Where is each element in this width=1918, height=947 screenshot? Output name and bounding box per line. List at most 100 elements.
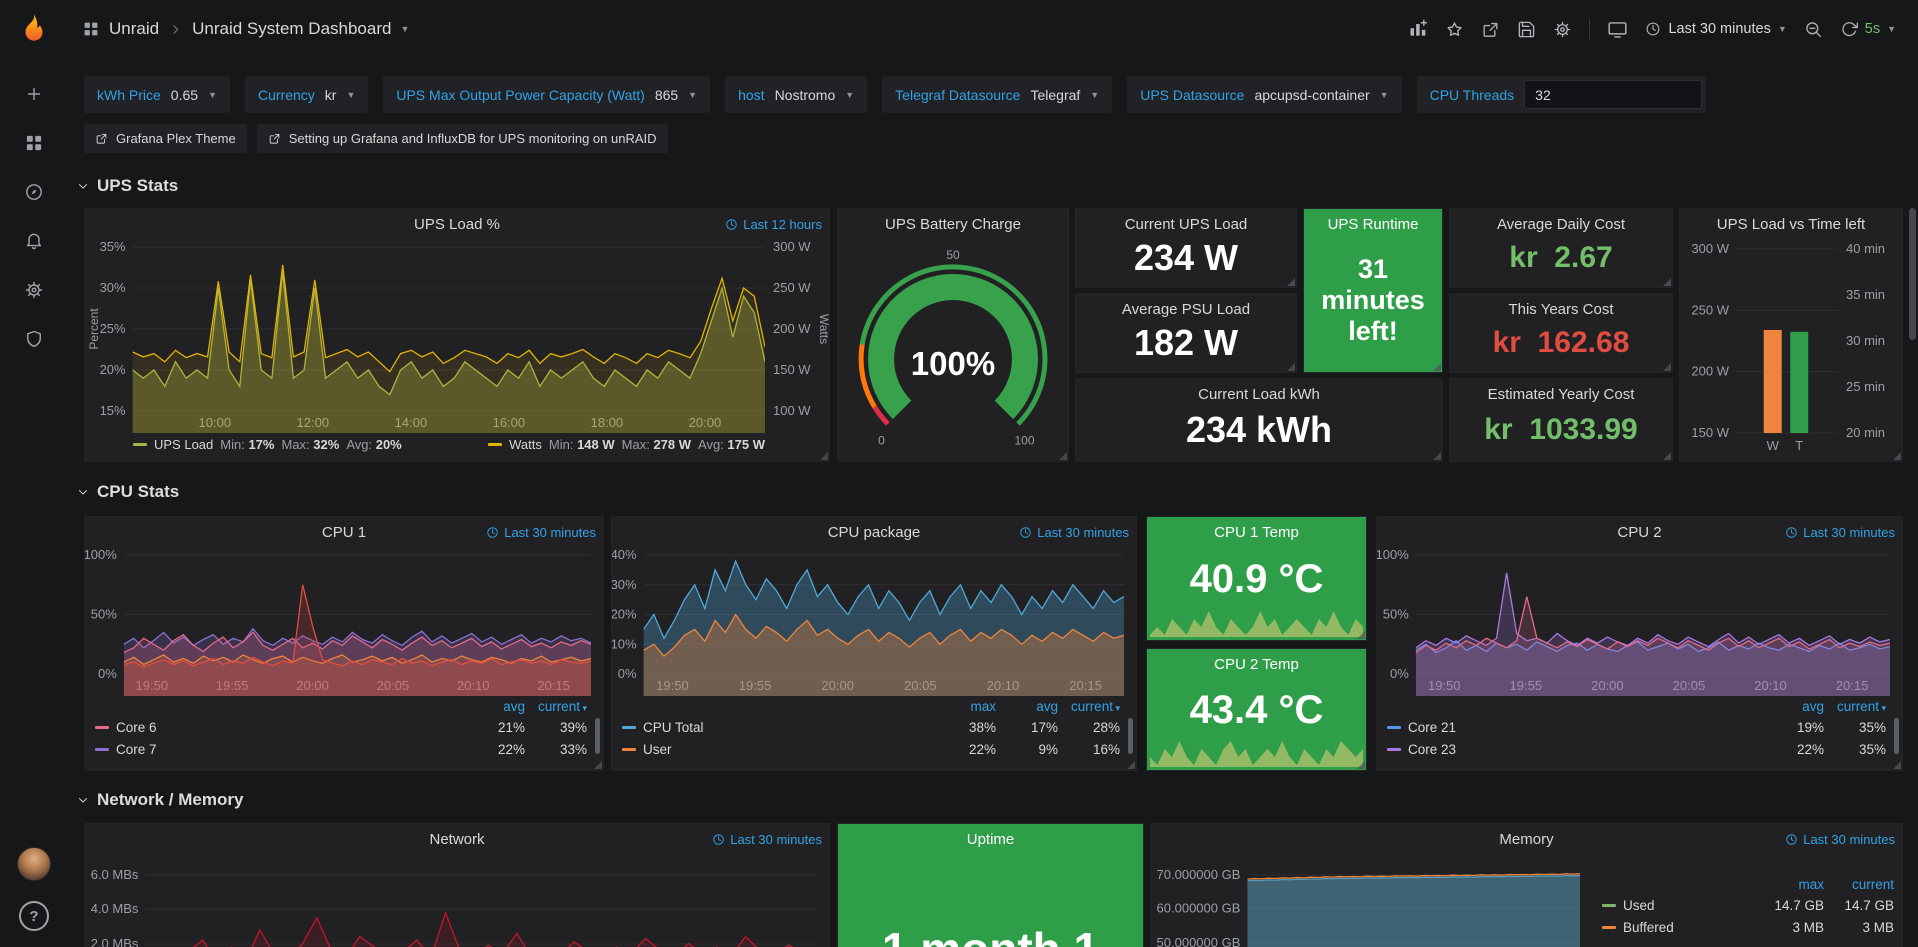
panel-title[interactable]: CPU 2 Temp	[1214, 656, 1299, 673]
panel-title[interactable]: UPS Load %	[414, 216, 500, 233]
legend-col-header[interactable]: current ▾	[1058, 699, 1120, 714]
page-scrollbar[interactable]	[1909, 208, 1916, 340]
breadcrumb-dashboard-title[interactable]: Unraid System Dashboard	[192, 19, 391, 39]
row-header-network-memory[interactable]: Network / Memory	[76, 788, 243, 812]
ups-load-chart[interactable]: 35%30%25%20%15%300 W250 W200 W150 W100 W…	[85, 239, 829, 457]
legend-col-header[interactable]: max	[1754, 877, 1824, 892]
chevron-down-icon[interactable]: ▼	[1090, 90, 1099, 100]
panel-title[interactable]: Current Load kWh	[1198, 386, 1320, 403]
chevron-down-icon[interactable]: ▼	[346, 90, 355, 100]
dashboard-links: Grafana Plex Theme Setting up Grafana an…	[84, 124, 668, 153]
dashboard-settings-gear-icon[interactable]	[1553, 20, 1572, 39]
create-plus-icon[interactable]	[24, 84, 44, 104]
network-chart[interactable]: 6.0 MBs4.0 MBs2.0 MBs	[85, 854, 829, 947]
panel-title[interactable]: CPU package	[828, 524, 921, 541]
panel-title[interactable]: Current UPS Load	[1125, 216, 1248, 233]
row-header-ups-stats[interactable]: UPS Stats	[76, 174, 178, 198]
legend-scrollbar[interactable]	[1128, 718, 1133, 754]
legend-col-header[interactable]: current ▾	[1824, 699, 1886, 714]
variable-label: kWh Price	[97, 87, 161, 103]
chevron-down-icon[interactable]: ▼	[1380, 90, 1389, 100]
panel-title[interactable]: CPU 2	[1617, 524, 1661, 541]
legend-col-header[interactable]: max	[934, 699, 996, 714]
panel-title[interactable]: Network	[429, 831, 484, 848]
legend-item[interactable]: WattsMin: 148 WMax: 278 WAvg: 175 W	[488, 437, 765, 452]
panel-time-range[interactable]: Last 30 minutes	[486, 525, 596, 540]
share-icon[interactable]	[1481, 20, 1500, 39]
panel-title[interactable]: UPS Load vs Time left	[1717, 216, 1865, 233]
cpu-package-chart[interactable]: 40%30%20%10%0%19:5019:5520:0020:0520:102…	[612, 547, 1136, 766]
panel-title[interactable]: UPS Runtime	[1328, 216, 1419, 233]
variable-value[interactable]: Nostromo	[775, 87, 836, 103]
legend-col-header[interactable]: current ▾	[525, 699, 587, 714]
svg-text:300 W: 300 W	[773, 239, 811, 254]
legend-scrollbar[interactable]	[595, 718, 600, 754]
chevron-down-icon[interactable]: ▼	[400, 24, 409, 34]
panel-time-range[interactable]: Last 12 hours	[725, 217, 822, 232]
add-panel-icon[interactable]	[1408, 19, 1428, 39]
variable-value[interactable]: Telegraf	[1030, 87, 1080, 103]
legend-col-header[interactable]: current	[1824, 877, 1894, 892]
svg-text:150 W: 150 W	[773, 362, 811, 377]
variable-value[interactable]: 865	[655, 87, 678, 103]
panel-title[interactable]: Average PSU Load	[1122, 301, 1250, 318]
legend-row[interactable]: Core 722%33%	[95, 738, 587, 760]
legend-scrollbar[interactable]	[1894, 718, 1899, 754]
svg-text:100%: 100%	[911, 345, 995, 382]
legend-row[interactable]: Core 2119%35%	[1387, 716, 1886, 738]
configuration-gear-icon[interactable]	[24, 280, 44, 300]
refresh-icon[interactable]	[1840, 20, 1858, 38]
legend-row[interactable]: User22%9%16%	[622, 738, 1120, 760]
panel-title[interactable]: This Years Cost	[1508, 301, 1613, 318]
panel-title[interactable]: Estimated Yearly Cost	[1488, 386, 1635, 403]
variable-value[interactable]: 0.65	[171, 87, 198, 103]
panel-title[interactable]: Memory	[1499, 831, 1553, 848]
cpu2-chart[interactable]: 100%50%0%19:5019:5520:0020:0520:1020:15a…	[1377, 547, 1902, 766]
time-range-picker[interactable]: Last 30 minutes ▼	[1645, 21, 1786, 37]
cycle-view-monitor-icon[interactable]	[1607, 19, 1628, 40]
legend-col-header[interactable]: avg	[463, 699, 525, 714]
chevron-down-icon[interactable]: ▼	[1887, 24, 1896, 34]
panel-time-range[interactable]: Last 30 minutes	[1019, 525, 1129, 540]
chevron-down-icon[interactable]: ▼	[208, 90, 217, 100]
zoom-out-icon[interactable]	[1804, 20, 1823, 39]
cpu1-chart[interactable]: 100%50%0%19:5019:5520:0020:0520:1020:15a…	[85, 547, 603, 766]
legend-row[interactable]: Core 621%39%	[95, 716, 587, 738]
alerting-bell-icon[interactable]	[24, 231, 44, 251]
legend-row[interactable]: CPU Total38%17%28%	[622, 716, 1120, 738]
panel-time-range[interactable]: Last 30 minutes	[1785, 832, 1895, 847]
breadcrumb-folder[interactable]: Unraid	[109, 19, 159, 39]
variable-value[interactable]: apcupsd-container	[1254, 87, 1369, 103]
legend-col-header[interactable]: avg	[1762, 699, 1824, 714]
legend-row[interactable]: Used14.7 GB14.7 GB	[1602, 894, 1894, 916]
legend-item[interactable]: UPS LoadMin: 17%Max: 32%Avg: 20%	[133, 437, 402, 452]
server-admin-shield-icon[interactable]	[24, 329, 44, 349]
help-icon[interactable]: ?	[19, 901, 49, 931]
legend-col-header[interactable]: avg	[996, 699, 1058, 714]
ups-load-vs-time-chart[interactable]: 300 W250 W200 W150 W40 min35 min30 min25…	[1680, 239, 1902, 457]
legend-row[interactable]: Buffered3 MB3 MB	[1602, 916, 1894, 938]
panel-time-range[interactable]: Last 30 minutes	[1785, 525, 1895, 540]
save-icon[interactable]	[1517, 20, 1536, 39]
variable-value[interactable]: kr	[325, 87, 337, 103]
grafana-logo-icon[interactable]	[17, 12, 51, 46]
chevron-down-icon[interactable]: ▼	[688, 90, 697, 100]
row-header-cpu-stats[interactable]: CPU Stats	[76, 480, 179, 504]
legend-row[interactable]: Core 2322%35%	[1387, 738, 1886, 760]
panel-title[interactable]: CPU 1 Temp	[1214, 524, 1299, 541]
cpu-threads-input[interactable]	[1524, 80, 1702, 109]
panel-time-range[interactable]: Last 30 minutes	[712, 832, 822, 847]
dashboard-link-plex-theme[interactable]: Grafana Plex Theme	[84, 124, 247, 153]
memory-chart[interactable]: 70.000000 GB60.000000 GB50.000000 GBmaxc…	[1151, 854, 1902, 947]
refresh-interval-label[interactable]: 5s	[1865, 21, 1880, 37]
star-icon[interactable]	[1445, 20, 1464, 39]
explore-compass-icon[interactable]	[24, 182, 44, 202]
chevron-down-icon[interactable]: ▼	[845, 90, 854, 100]
dashboards-grid-icon[interactable]	[24, 133, 44, 153]
dashboard-link-ups-monitoring[interactable]: Setting up Grafana and InfluxDB for UPS …	[257, 124, 668, 153]
panel-title[interactable]: Average Daily Cost	[1497, 216, 1625, 233]
panel-title[interactable]: Uptime	[967, 831, 1015, 848]
user-avatar[interactable]	[17, 847, 51, 881]
panel-title[interactable]: CPU 1	[322, 524, 366, 541]
panel-title[interactable]: UPS Battery Charge	[885, 216, 1021, 233]
